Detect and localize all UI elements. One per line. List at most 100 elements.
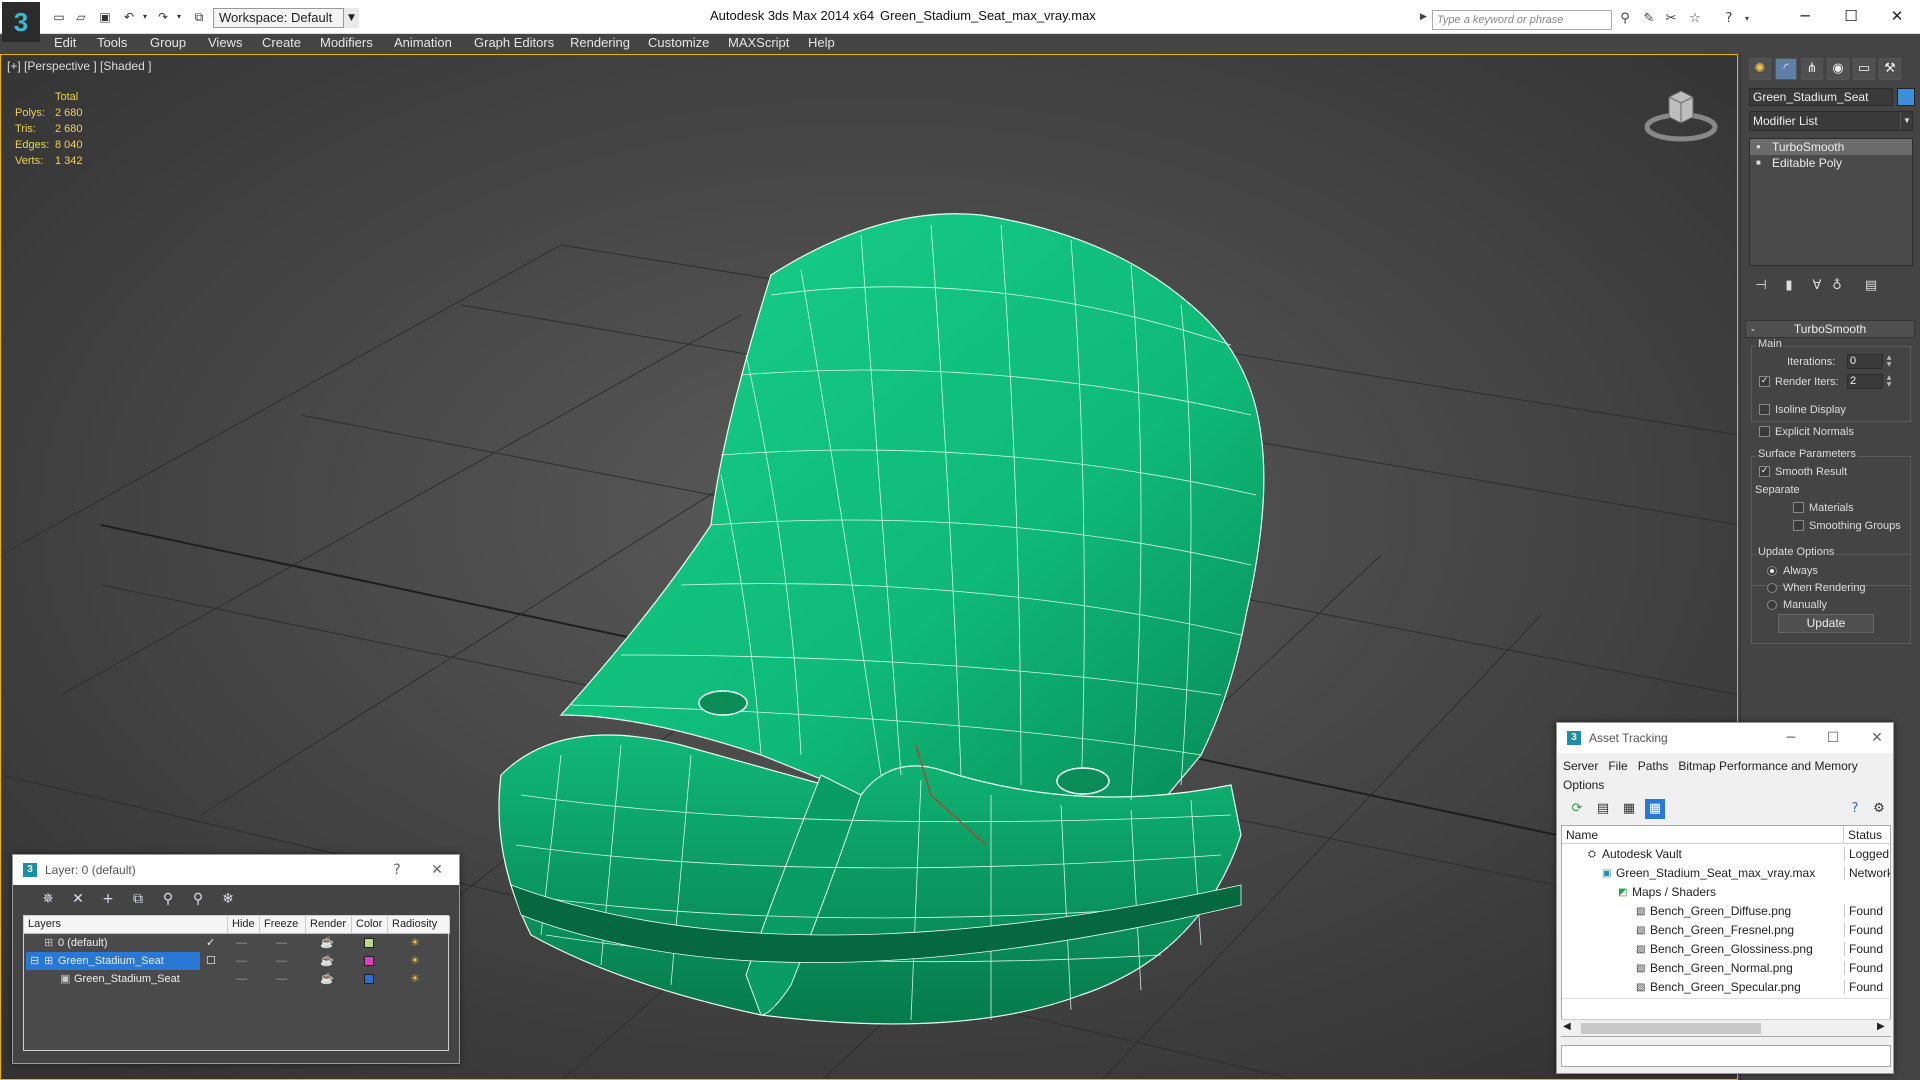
column-header[interactable]: Radiosity [388,916,450,934]
asset-row[interactable]: ▧ Bench_Green_Glossiness.png Found [1562,941,1890,960]
turbosmooth-rollout-header[interactable]: - TurboSmooth [1745,320,1915,338]
radiosity-icon[interactable]: ☀ [410,970,420,988]
light-bulb-icon[interactable]: ● [1756,142,1765,151]
thumbnail-view-icon[interactable]: ▦ [1619,799,1639,819]
hide-toggle[interactable]: — [236,934,247,952]
render-iters-spinner[interactable]: 2 [1847,374,1883,389]
refresh-icon[interactable]: ⟳ [1567,799,1587,819]
subscription-icon[interactable]: ✎ [1640,10,1658,28]
render-teapot-icon[interactable]: ☕ [320,970,334,988]
menu-options[interactable]: Options [1563,778,1604,792]
project-folder-icon[interactable]: ⧉ [190,9,208,25]
menu-server[interactable]: Server [1563,759,1598,773]
spinner-arrows-icon[interactable]: ▲ ▼ [1885,374,1893,389]
menu-edit[interactable]: Edit [54,35,76,50]
menu-rendering[interactable]: Rendering [570,35,630,50]
iterations-spinner[interactable]: 0 [1847,354,1883,369]
asset-row[interactable]: ▣ Green_Stadium_Seat_max_vray.max Network [1562,865,1890,884]
make-active-checkbox[interactable]: ☐ [206,952,216,970]
active-layer-check-icon[interactable]: ✓ [206,934,215,952]
pin-stack-icon[interactable]: ⊣ [1751,276,1771,296]
undo-dropdown-icon[interactable]: ▾ [136,9,154,25]
maximize-icon[interactable]: ☐ [1828,4,1874,28]
column-header[interactable]: Color [352,916,388,934]
display-tab-icon[interactable]: ▭ [1853,58,1875,80]
expand-plus-icon[interactable]: ■ [1756,158,1765,167]
create-tab-icon[interactable]: ✺ [1749,58,1771,80]
menu-group[interactable]: Group [150,35,186,50]
always-radio[interactable] [1767,566,1777,576]
menu-tools[interactable]: Tools [97,35,127,50]
asset-row[interactable]: ▧ Bench_Green_Diffuse.png Found [1562,903,1890,922]
freeze-all-layers-icon[interactable]: ❄ [217,889,239,909]
object-color-swatch[interactable] [1897,88,1915,106]
column-header[interactable]: Layers [24,916,228,934]
smooth-result-checkbox[interactable]: ✓ [1759,466,1770,477]
scroll-left-icon[interactable]: ◀ [1563,1021,1571,1032]
list-view-icon[interactable]: ▤ [1593,799,1613,819]
help-icon[interactable]: ? [1845,799,1865,819]
menu-bitmap-performance[interactable]: Bitmap Performance and Memory [1678,759,1857,773]
hide-toggle[interactable]: — [236,952,247,970]
motion-tab-icon[interactable]: ◉ [1827,58,1849,80]
asset-row[interactable]: ▧ Bench_Green_Specular.png Found [1562,979,1890,998]
workspace-dropdown[interactable]: Workspace: Default [213,8,359,28]
utilities-tab-icon[interactable]: ⚒ [1879,58,1901,80]
horizontal-scrollbar[interactable]: ◀ ▶ [1561,1019,1891,1036]
close-icon[interactable]: ✕ [1863,723,1891,753]
app-logo-button[interactable]: 3 [2,2,40,42]
menu-views[interactable]: Views [208,35,242,50]
minimize-icon[interactable]: ─ [1782,4,1828,28]
render-iters-checkbox[interactable]: ✓ [1759,376,1770,387]
menu-customize[interactable]: Customize [648,35,709,50]
remove-modifier-icon[interactable]: ♁ [1827,276,1847,296]
spinner-arrows-icon[interactable]: ▲ ▼ [1885,354,1893,369]
freeze-toggle[interactable]: — [276,970,287,988]
search-expand-icon[interactable]: ▶ [1420,12,1427,22]
modify-tab-icon[interactable]: ◜ [1775,58,1797,80]
close-icon[interactable]: ✕ [423,855,451,885]
select-highlighted-icon[interactable]: ⧉ [127,889,149,909]
layer-object-row[interactable]: ▣ Green_Stadium_Seat — — ☕ ☀ [24,970,450,988]
maximize-icon[interactable]: ☐ [1819,723,1847,753]
freeze-toggle[interactable]: — [276,952,287,970]
menu-graph-editors[interactable]: Graph Editors [474,35,554,50]
viewport-label[interactable]: [+] [Perspective ] [Shaded ] [7,59,151,73]
layer-row[interactable]: ⊞ 0 (default) ✓ — — ☕ ☀ [24,934,450,952]
column-header[interactable]: Render [306,916,352,934]
favorites-star-icon[interactable]: ☆ [1686,10,1704,28]
viewcube-icon[interactable] [1641,83,1721,143]
asset-row[interactable]: ▧ Bench_Green_Fresnel.png Found [1562,922,1890,941]
asset-path-field[interactable] [1561,1045,1891,1067]
hierarchy-tab-icon[interactable]: ⋔ [1801,58,1823,80]
freeze-toggle[interactable]: — [276,934,287,952]
column-header[interactable]: Status [1844,826,1890,844]
settings-icon[interactable]: ⚙ [1869,799,1889,819]
search-input[interactable]: Type a keyword or phrase [1432,10,1612,30]
help-icon[interactable]: ? [1720,10,1738,28]
column-header[interactable]: Hide [228,916,260,934]
create-layer-icon[interactable]: ✵ [37,889,59,909]
menu-maxscript[interactable]: MAXScript [728,35,789,50]
scroll-right-icon[interactable]: ▶ [1877,1021,1885,1032]
layer-color-swatch[interactable] [364,956,374,966]
menu-help[interactable]: Help [808,35,835,50]
update-button[interactable]: Update [1778,614,1874,633]
help-icon[interactable]: ? [383,855,411,885]
collapse-icon[interactable]: - [1751,321,1755,337]
configure-modifier-sets-icon[interactable]: ▤ [1861,276,1881,296]
communication-icon[interactable]: ✂ [1662,10,1680,28]
asset-row[interactable]: ⛭ Autodesk Vault Logged O [1562,846,1890,865]
expand-icon[interactable]: ⊟ [30,952,39,970]
show-end-result-icon[interactable]: ▮ [1779,276,1799,296]
manually-radio[interactable] [1767,600,1777,610]
save-icon[interactable]: ▣ [96,9,114,25]
materials-checkbox[interactable] [1793,502,1804,513]
stack-item-editable-poly[interactable]: ■ Editable Poly [1750,155,1912,171]
layer-color-swatch[interactable] [364,974,374,984]
new-file-icon[interactable]: ▭ [50,9,68,25]
scrollbar-thumb[interactable] [1581,1023,1761,1034]
render-teapot-icon[interactable]: ☕ [320,952,334,970]
column-header[interactable]: Name [1562,826,1844,844]
binoculars-icon[interactable]: ⚲ [1616,10,1634,28]
